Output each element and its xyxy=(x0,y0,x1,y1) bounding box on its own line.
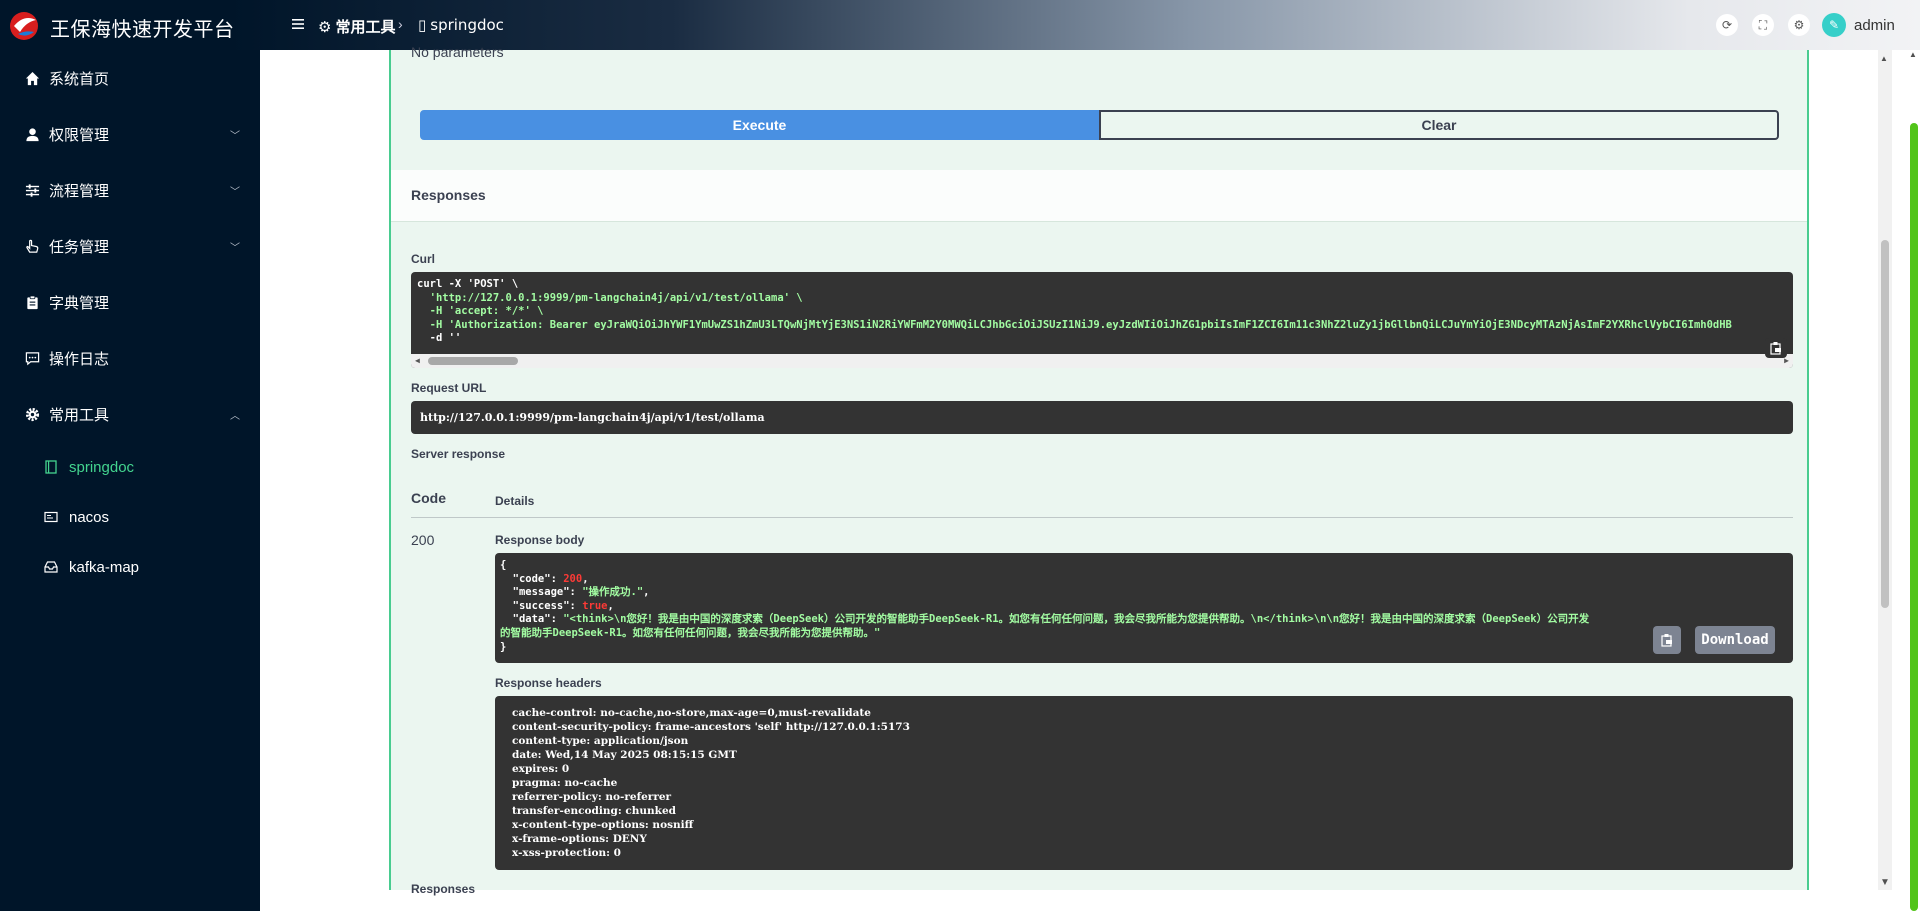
response-headers-block: cache-control: no-cache,no-store,max-age… xyxy=(495,696,1793,870)
chevron-down-icon: ﹀ xyxy=(230,242,240,254)
scroll-up-icon[interactable]: ▲ xyxy=(1909,50,1917,59)
brand-logo-icon xyxy=(10,12,38,40)
curl-horizontal-scrollbar[interactable]: ◀ ▶ xyxy=(411,354,1793,368)
details-column-header: Details xyxy=(495,494,535,508)
sidebar-subitem-kafka-map[interactable]: kafka-map xyxy=(0,547,260,587)
curl-label: Curl xyxy=(411,252,435,266)
avatar[interactable]: ✎ xyxy=(1822,13,1846,37)
breadcrumb-item-springdoc: ▯ springdoc xyxy=(418,16,504,34)
gear-icon: ⚙ xyxy=(318,17,332,36)
sidebar-item-logs[interactable]: 操作日志 xyxy=(0,338,260,378)
responses-header: Responses xyxy=(391,170,1807,222)
sidebar-item-workflow[interactable]: 流程管理 ﹀ xyxy=(0,170,260,210)
sliders-icon xyxy=(24,182,40,198)
swagger-panel: No parameters Execute Clear Responses Cu… xyxy=(280,44,1890,896)
breadcrumb-label: 常用工具 xyxy=(335,18,396,36)
clipboard-icon xyxy=(24,294,40,310)
scrollbar-thumb[interactable] xyxy=(1881,240,1889,608)
response-body-label: Response body xyxy=(495,533,585,547)
settings-icon[interactable]: ⚙ xyxy=(1788,14,1810,36)
scrollbar-thumb[interactable] xyxy=(428,357,518,365)
server-response-label: Server response xyxy=(411,447,506,461)
chevron-down-icon: ﹀ xyxy=(230,130,240,142)
sidebar-item-permissions[interactable]: 权限管理 ﹀ xyxy=(0,114,260,154)
request-url-block: http://127.0.0.1:9999/pm-langchain4j/api… xyxy=(411,401,1793,434)
operation-block: No parameters Execute Clear Responses Cu… xyxy=(389,44,1809,896)
sidebar-item-tasks[interactable]: 任务管理 ﹀ xyxy=(0,226,260,266)
hand-icon xyxy=(24,238,40,254)
inbox-icon xyxy=(44,561,58,573)
response-headers-text: cache-control: no-cache,no-store,max-age… xyxy=(512,707,910,859)
page-vertical-scrollbar[interactable]: ▲ xyxy=(1906,50,1920,911)
copy-response-icon[interactable] xyxy=(1653,626,1681,654)
chevron-down-icon: ﹀ xyxy=(230,186,240,198)
copy-curl-icon[interactable] xyxy=(1765,338,1787,358)
scrollbar-thumb[interactable] xyxy=(1910,123,1918,911)
no-parameters-text: No parameters xyxy=(411,44,504,60)
username[interactable]: admin xyxy=(1854,17,1895,34)
breadcrumb-item-tools[interactable]: ⚙ 常用工具 xyxy=(318,16,395,37)
breadcrumb-separator-icon: › xyxy=(398,16,403,32)
main-content: No parameters Execute Clear Responses Cu… xyxy=(260,44,1920,911)
responses-title: Responses xyxy=(411,187,486,203)
code-column-header: Code xyxy=(411,490,446,506)
message-icon xyxy=(24,350,40,366)
sidebar-subitem-nacos[interactable]: nacos xyxy=(0,497,260,537)
download-button[interactable]: Download xyxy=(1695,626,1775,654)
book-icon xyxy=(45,460,57,474)
refresh-icon[interactable]: ⟳ xyxy=(1716,14,1738,36)
user-icon xyxy=(24,126,40,142)
sidebar-subitem-springdoc[interactable]: springdoc xyxy=(0,447,260,487)
sidebar-item-home[interactable]: 系统首页 xyxy=(0,58,260,98)
request-url: http://127.0.0.1:9999/pm-langchain4j/api… xyxy=(420,411,765,424)
response-body-json: { "code": 200, "message": "操作成功.", "succ… xyxy=(500,559,1590,653)
table-divider xyxy=(411,517,1793,518)
request-url-label: Request URL xyxy=(411,381,487,395)
sidebar-item-dictionary[interactable]: 字典管理 xyxy=(0,282,260,322)
id-card-icon xyxy=(44,511,58,523)
gear-icon xyxy=(24,406,40,422)
top-bar: 王保海快速开发平台 ⚙ 常用工具 › ▯ springdoc ⟳ ⛶ ⚙ ✎ a… xyxy=(0,0,1920,50)
breadcrumb-label: springdoc xyxy=(430,16,504,34)
fullscreen-icon[interactable]: ⛶ xyxy=(1752,14,1774,36)
response-body-block[interactable]: { "code": 200, "message": "操作成功.", "succ… xyxy=(495,553,1793,663)
scroll-left-icon[interactable]: ◀ xyxy=(415,356,420,365)
home-icon xyxy=(24,70,40,86)
sidebar-item-tools[interactable]: 常用工具 ︿ xyxy=(0,394,260,434)
curl-command: curl -X 'POST' \ 'http://127.0.0.1:9999/… xyxy=(417,278,1732,344)
scroll-down-icon[interactable]: ▼ xyxy=(1880,877,1890,888)
menu-fold-icon[interactable] xyxy=(290,16,306,32)
chevron-up-icon: ︿ xyxy=(230,410,240,422)
sidebar: 系统首页 权限管理 ﹀ 流程管理 ﹀ 任务管理 ﹀ 字典管理 操作日志 常用工具… xyxy=(0,50,260,911)
content-vertical-scrollbar[interactable]: ▲ ▼ xyxy=(1878,50,1892,890)
clear-button[interactable]: Clear xyxy=(1099,110,1779,140)
status-code: 200 xyxy=(411,532,435,548)
curl-code-block[interactable]: curl -X 'POST' \ 'http://127.0.0.1:9999/… xyxy=(411,272,1793,368)
responses-section-title: Responses xyxy=(411,882,476,896)
execute-button[interactable]: Execute xyxy=(420,110,1099,140)
book-icon: ▯ xyxy=(418,16,427,34)
brand-title: 王保海快速开发平台 xyxy=(50,17,235,41)
response-headers-label: Response headers xyxy=(495,676,602,690)
scroll-up-icon[interactable]: ▲ xyxy=(1880,54,1888,63)
